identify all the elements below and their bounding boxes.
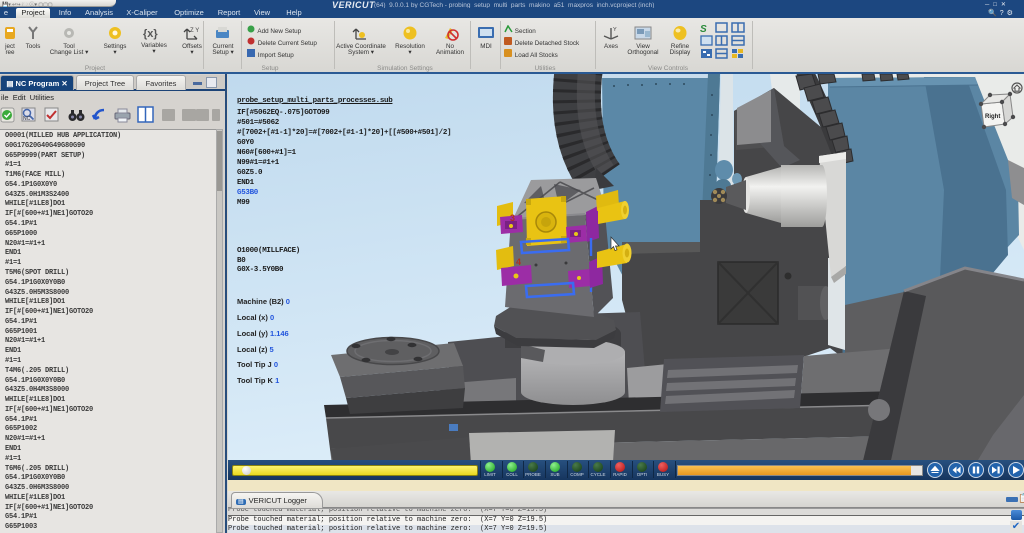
- svg-text:Z Y: Z Y: [190, 28, 199, 34]
- svg-text:Right: Right: [985, 114, 1000, 120]
- svg-text:{x}: {x}: [143, 28, 158, 40]
- svg-text:S: S: [700, 24, 707, 35]
- svg-text:Y: Y: [613, 27, 617, 33]
- svg-text:3: 3: [510, 213, 515, 223]
- svg-text:4: 4: [516, 257, 521, 267]
- svg-text:NC: NC: [23, 116, 31, 122]
